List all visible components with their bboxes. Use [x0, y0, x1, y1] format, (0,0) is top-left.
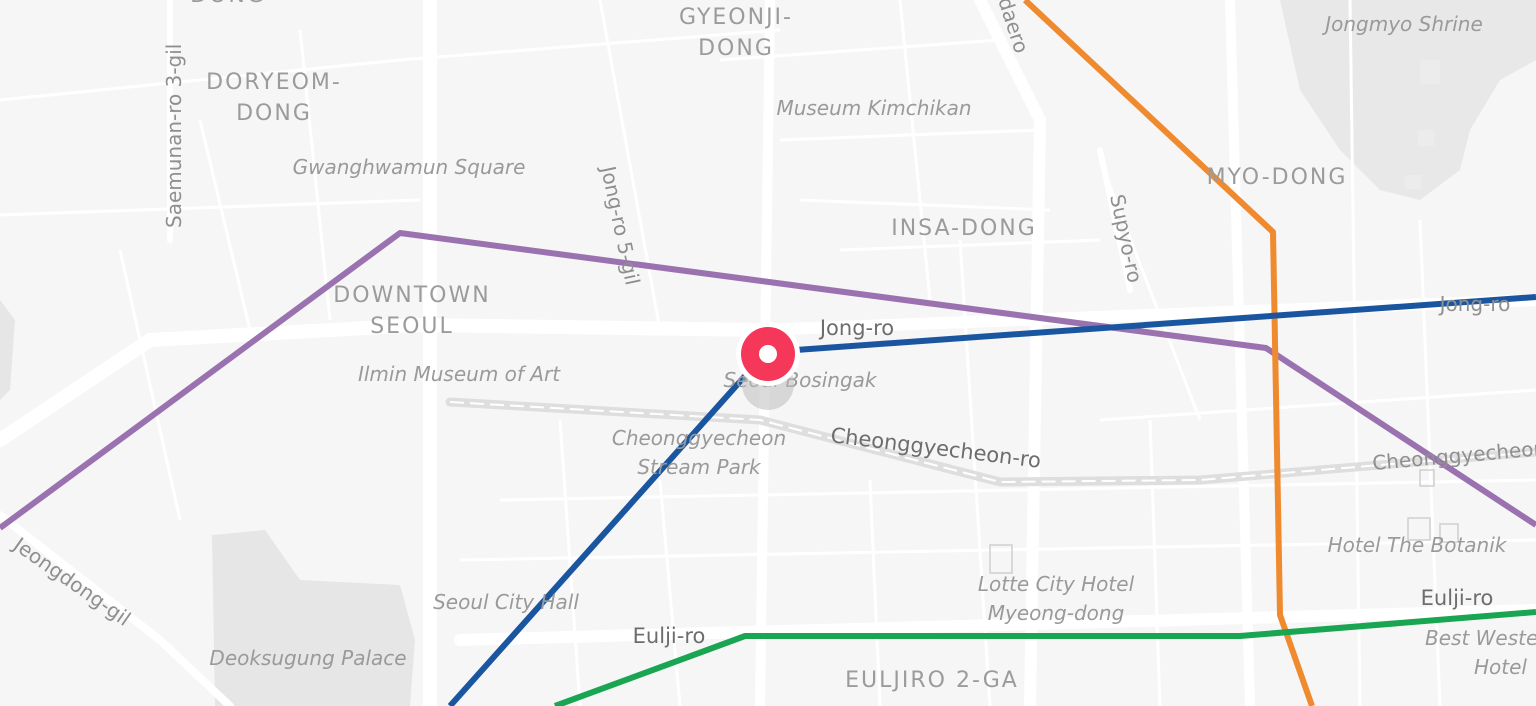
district-insa-label: INSA-DONG [891, 216, 1037, 241]
district-downtown-label: DOWNTOWN [333, 283, 490, 308]
poi-cheonggye-park-label: Cheonggyecheon [612, 426, 786, 450]
road-jongro-main-label: Jong-ro [818, 316, 894, 340]
poi-lotte-label: Lotte City Hotel [978, 572, 1135, 596]
poi-botanik-label: Hotel The Botanik [1328, 533, 1508, 557]
poi-gwanghwamun-label: Gwanghwamun Square [293, 155, 526, 179]
poi-kimchikan-label: Museum Kimchikan [776, 96, 971, 120]
poi-deoksugung-label: Deoksugung Palace [209, 646, 406, 670]
district-downtown-label-2: SEOUL [370, 314, 454, 339]
poi-cheonggye-park-label-2: Stream Park [637, 455, 762, 479]
road-saemunan-label: Saemunan-ro 3-gil [162, 44, 186, 228]
road-jongro-east-label: Jong-ro [1438, 292, 1511, 316]
district-doryeom-label-2: DONG [236, 101, 312, 126]
road-eulji-east-label: Eulji-ro [1421, 586, 1494, 610]
poi-cityhall-label: Seoul City Hall [433, 590, 579, 614]
district-doryeom-label: DORYEOM- [206, 70, 342, 95]
map-svg: GYEONJI- DONG DORYEOM- DONG DOWNTOWN SEO… [0, 0, 1536, 706]
district-top-partial-label: DONG [190, 0, 266, 8]
poi-lotte-label-2: Myeong-dong [988, 601, 1125, 625]
poi-ilmin-label: Ilmin Museum of Art [358, 362, 561, 386]
road-eulji-west-label: Eulji-ro [633, 624, 706, 648]
poi-jongmyo-label: Jongmyo Shrine [1321, 12, 1483, 36]
district-gyeonji-label: GYEONJI- [679, 5, 793, 30]
map-canvas[interactable]: GYEONJI- DONG DORYEOM- DONG DOWNTOWN SEO… [0, 0, 1536, 706]
district-euljiro-label: EULJIRO 2-GA [845, 668, 1019, 693]
location-marker[interactable] [736, 322, 800, 410]
poi-bestwestern-label: Best Western [1425, 626, 1536, 650]
poi-bestwestern-label-2: Hotel [1474, 655, 1527, 679]
district-gyeonji-label-2: DONG [698, 36, 774, 61]
district-myo-label: MYO-DONG [1207, 165, 1348, 190]
marker-center-dot [759, 345, 777, 363]
